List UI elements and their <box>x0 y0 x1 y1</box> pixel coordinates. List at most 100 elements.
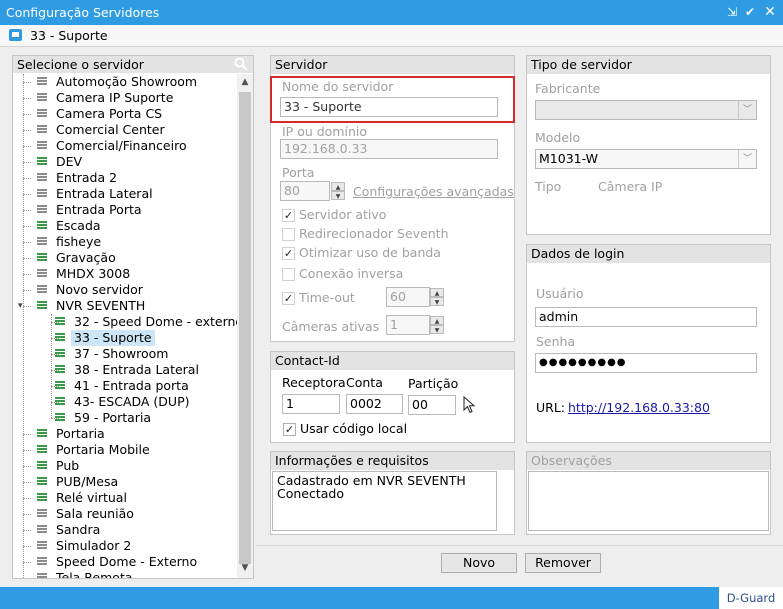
pin-icon[interactable]: ⇲ <box>724 4 740 20</box>
tree-item-label: fisheye <box>56 234 102 249</box>
tree-item[interactable]: Entrada Porta <box>13 202 237 218</box>
tree-item-label: 43- ESCADA (DUP) <box>74 394 190 409</box>
tree-item[interactable]: Sandra <box>13 522 237 538</box>
selected-server-bar: 33 - Suporte <box>0 25 783 47</box>
cameras-input[interactable]: 1 <box>386 315 430 335</box>
tree-item[interactable]: Automoção Showroom <box>13 74 237 90</box>
server-icon <box>37 189 47 199</box>
fabricante-select[interactable]: ﹀ <box>535 100 757 120</box>
tree-child-item[interactable]: 37 - Showroom <box>13 346 237 362</box>
tree-item[interactable]: fisheye <box>13 234 237 250</box>
tree-item-label: Relé virtual <box>56 490 127 505</box>
tree-child-item[interactable]: 59 - Portaria <box>13 410 237 426</box>
reverse-connection-checkbox[interactable] <box>282 268 295 281</box>
server-active-checkbox[interactable]: ✓ <box>282 209 295 222</box>
usuario-input[interactable]: admin <box>535 307 757 327</box>
modelo-select[interactable]: M1031-W ﹀ <box>535 149 757 169</box>
expand-chevron-icon[interactable]: ▾ <box>18 298 23 314</box>
tree-child-item[interactable]: 32 - Speed Dome - externo <box>13 314 237 330</box>
tree-child-item[interactable]: 41 - Entrada porta <box>13 378 237 394</box>
tree-guide-line <box>23 482 31 483</box>
tree-item-label: Pub <box>56 458 80 473</box>
senha-input[interactable]: ●●●●●●●●● <box>535 353 757 373</box>
search-icon[interactable] <box>234 57 248 71</box>
tree-item[interactable]: Entrada 2 <box>13 170 237 186</box>
server-icon <box>37 445 47 455</box>
advanced-settings-link[interactable]: Configurações avançadas <box>353 184 514 199</box>
tree-child-item[interactable]: 38 - Entrada Lateral <box>13 362 237 378</box>
tree-item[interactable]: Escada <box>13 218 237 234</box>
server-icon <box>37 205 47 215</box>
redirector-checkbox[interactable] <box>282 228 295 241</box>
port-label: Porta <box>282 165 315 180</box>
scroll-thumb[interactable] <box>239 92 251 564</box>
tree-item[interactable]: Simulador 2 <box>13 538 237 554</box>
tree-item-label: Automoção Showroom <box>56 74 198 89</box>
servidor-header: Servidor <box>271 56 514 74</box>
tree-item[interactable]: Portaria <box>13 426 237 442</box>
remover-button[interactable]: Remover <box>525 553 601 573</box>
tree-item[interactable]: Relé virtual <box>13 490 237 506</box>
vertical-scrollbar[interactable]: ▲ ▼ <box>237 74 253 578</box>
url-link[interactable]: http://192.168.0.33:80 <box>568 400 710 415</box>
contact-id-header: Contact-Id <box>271 352 514 370</box>
usuario-label: Usuário <box>536 286 584 301</box>
tree-item-label: Simulador 2 <box>56 538 132 553</box>
local-code-checkbox[interactable]: ✓ <box>283 423 296 436</box>
tree-item[interactable]: Pub <box>13 458 237 474</box>
bandwidth-checkbox[interactable]: ✓ <box>282 247 295 260</box>
receptora-input[interactable]: 1 <box>282 394 340 414</box>
tree-item-label: Portaria Mobile <box>56 442 150 457</box>
tree-item[interactable]: Comercial/Financeiro <box>13 138 237 154</box>
ip-input[interactable]: 192.168.0.33 <box>280 139 498 159</box>
tree-child-item[interactable]: 43- ESCADA (DUP) <box>13 394 237 410</box>
tree-guide-line <box>23 514 31 515</box>
timeout-input[interactable]: 60 <box>386 287 430 307</box>
tree-item[interactable]: Tela Remota <box>13 570 237 578</box>
timeout-stepper[interactable]: ▲ ▼ <box>430 288 444 306</box>
tree-guide-line <box>23 130 31 131</box>
tree-item[interactable]: Camera Porta CS <box>13 106 237 122</box>
info-header: Informações e requisitos <box>271 452 514 470</box>
scroll-up-icon[interactable]: ▲ <box>237 74 253 90</box>
title-bar: Configuração Servidores ⇲ ✔ ✕ <box>0 0 783 25</box>
tree-item[interactable]: Gravação <box>13 250 237 266</box>
server-icon <box>37 429 47 439</box>
conta-input[interactable]: 0002 <box>346 394 403 414</box>
tree-item[interactable]: ▾ NVR SEVENTH <box>13 298 237 314</box>
obs-textarea[interactable] <box>528 471 769 531</box>
particao-input[interactable]: 00 <box>408 395 456 415</box>
info-textarea[interactable]: Cadastrado em NVR SEVENTH Conectado <box>272 471 497 531</box>
cameras-stepper[interactable]: ▲ ▼ <box>430 316 444 334</box>
server-icon <box>37 525 47 535</box>
tree-item[interactable]: Novo servidor <box>13 282 237 298</box>
tree-item[interactable]: PUB/Mesa <box>13 474 237 490</box>
tree-item[interactable]: MHDX 3008 <box>13 266 237 282</box>
timeout-label: Time-out <box>299 290 355 305</box>
timeout-checkbox[interactable]: ✓ <box>282 292 295 305</box>
tree-item[interactable]: Sala reunião <box>13 506 237 522</box>
tree-child-item[interactable]: 33 - Suporte <box>13 330 237 346</box>
port-input[interactable]: 80 <box>280 181 330 201</box>
tree-guide-line <box>23 306 31 307</box>
tree-item-label: Camera Porta CS <box>56 106 163 121</box>
tree-item-label: 37 - Showroom <box>74 346 169 361</box>
receptora-label: Receptora <box>282 375 346 390</box>
port-stepper[interactable]: ▲ ▼ <box>331 182 345 200</box>
tree-guide-line <box>23 226 31 227</box>
tree-item[interactable]: DEV <box>13 154 237 170</box>
minimize-icon[interactable]: ✔ <box>742 4 758 20</box>
brand-logo: D-Guard <box>719 587 783 609</box>
tree-item[interactable]: Entrada Lateral <box>13 186 237 202</box>
novo-button[interactable]: Novo <box>441 553 517 573</box>
modelo-value: M1031-W <box>539 151 598 166</box>
tree-item[interactable]: Speed Dome - Externo <box>13 554 237 570</box>
tree-item[interactable]: Comercial Center <box>13 122 237 138</box>
tree-guide-line <box>23 194 31 195</box>
close-icon[interactable]: ✕ <box>762 4 778 20</box>
tree-guide-line <box>51 314 52 418</box>
tree-item[interactable]: Portaria Mobile <box>13 442 237 458</box>
server-list-panel: Selecione o servidor Automoção Showroom C… <box>12 55 254 579</box>
scroll-down-icon[interactable]: ▼ <box>237 560 253 576</box>
tree-item[interactable]: Camera IP Suporte <box>13 90 237 106</box>
